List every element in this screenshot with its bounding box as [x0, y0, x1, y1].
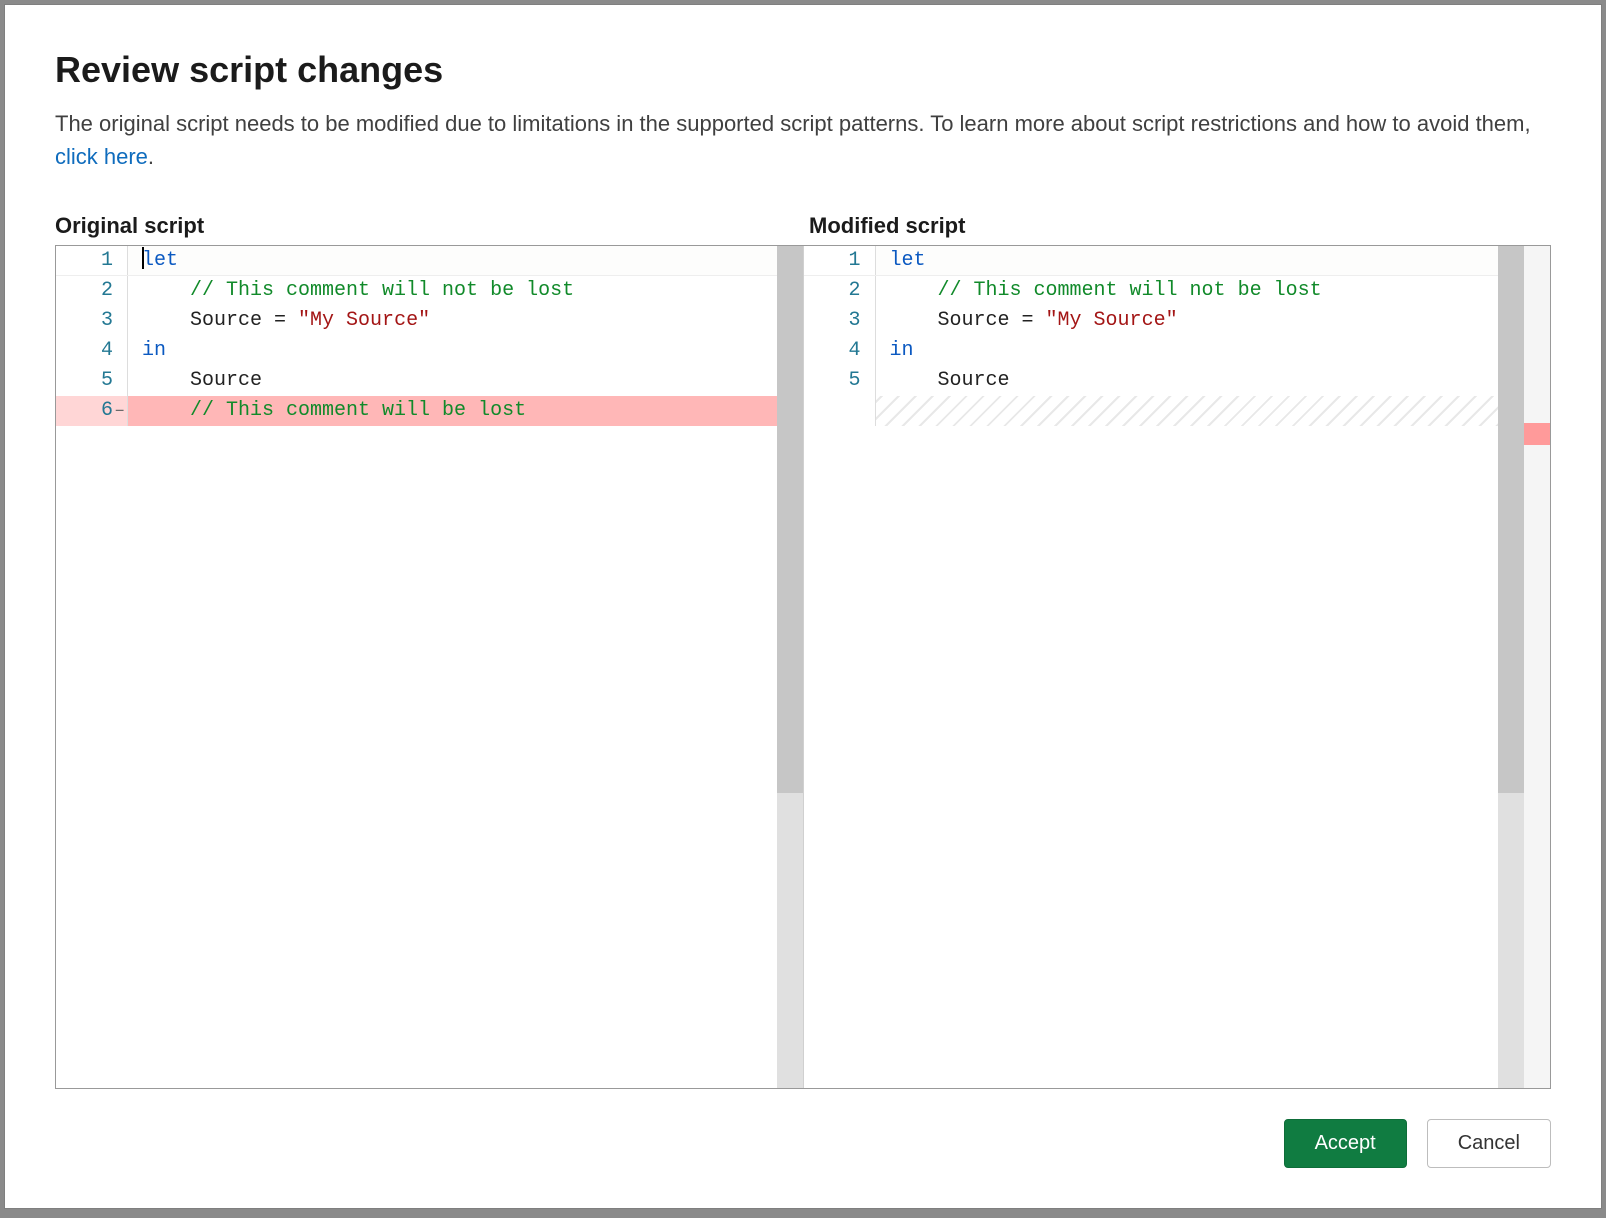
- original-scrollbar[interactable]: [777, 246, 803, 1088]
- token-plain: [890, 369, 938, 392]
- code-line[interactable]: [804, 396, 1499, 426]
- modified-pane-label: Modified script: [797, 213, 1551, 239]
- code-content: Source = "My Source": [876, 306, 1499, 336]
- scrollbar-thumb[interactable]: [1498, 246, 1524, 793]
- line-number: 3: [804, 306, 876, 336]
- accept-button[interactable]: Accept: [1284, 1119, 1407, 1168]
- line-number: 6–: [56, 396, 128, 426]
- code-content: Source: [128, 366, 777, 396]
- overview-ruler[interactable]: [1524, 246, 1550, 1088]
- original-code-area[interactable]: 1let2 // This comment will not be lost3 …: [56, 246, 777, 1088]
- cancel-button[interactable]: Cancel: [1427, 1119, 1551, 1168]
- token-op: =: [1010, 309, 1046, 332]
- token-ident: Source: [190, 369, 262, 392]
- code-line[interactable]: 1 let: [804, 246, 1499, 276]
- review-script-dialog: Review script changes The original scrip…: [5, 5, 1601, 1208]
- diff-container: 1let2 // This comment will not be lost3 …: [55, 245, 1551, 1089]
- token-kw: let: [142, 249, 178, 272]
- code-line[interactable]: 1 let: [56, 246, 777, 276]
- modified-code-area[interactable]: 1let2 // This comment will not be lost3 …: [804, 246, 1499, 1088]
- line-number: 5: [804, 366, 876, 396]
- code-line[interactable]: 6– // This comment will be lost: [56, 396, 777, 426]
- token-comment: // This comment will not be lost: [190, 279, 574, 302]
- code-line[interactable]: 4 in: [56, 336, 777, 366]
- token-plain: [890, 309, 938, 332]
- code-line[interactable]: 2 // This comment will not be lost: [804, 276, 1499, 306]
- token-plain: [142, 369, 190, 392]
- token-ident: Source: [190, 309, 262, 332]
- dialog-subtitle: The original script needs to be modified…: [55, 107, 1551, 173]
- dialog-title: Review script changes: [55, 49, 1551, 91]
- code-content: // This comment will not be lost: [128, 276, 777, 306]
- token-comment: // This comment will not be lost: [938, 279, 1322, 302]
- token-kw: in: [142, 339, 166, 362]
- code-line[interactable]: 4 in: [804, 336, 1499, 366]
- code-content: // This comment will not be lost: [876, 276, 1499, 306]
- code-line[interactable]: 3 Source = "My Source": [804, 306, 1499, 336]
- token-ident: Source: [938, 369, 1010, 392]
- learn-more-link[interactable]: click here: [55, 144, 148, 169]
- code-line[interactable]: 3 Source = "My Source": [56, 306, 777, 336]
- token-comment: // This comment will be lost: [190, 399, 526, 422]
- minus-icon: –: [114, 396, 125, 426]
- token-plain: [890, 279, 938, 302]
- token-plain: [142, 279, 190, 302]
- token-str: "My Source": [298, 309, 430, 332]
- line-number: 5: [56, 366, 128, 396]
- line-number: 1: [56, 246, 128, 275]
- code-content: Source: [876, 366, 1499, 396]
- modified-pane[interactable]: 1let2 // This comment will not be lost3 …: [803, 246, 1551, 1088]
- code-content: Source = "My Source": [128, 306, 777, 336]
- line-number: 2: [56, 276, 128, 306]
- original-pane-label: Original script: [55, 213, 797, 239]
- line-number: [804, 396, 876, 426]
- line-number: 1: [804, 246, 876, 275]
- removed-line-marker[interactable]: [1524, 423, 1550, 445]
- dialog-footer: Accept Cancel: [55, 1089, 1551, 1168]
- token-ident: Source: [938, 309, 1010, 332]
- line-number: 4: [804, 336, 876, 366]
- code-content: in: [128, 336, 777, 366]
- line-number: 4: [56, 336, 128, 366]
- line-number: 3: [56, 306, 128, 336]
- original-pane[interactable]: 1let2 // This comment will not be lost3 …: [56, 246, 803, 1088]
- token-kw: let: [890, 249, 926, 272]
- token-kw: in: [890, 339, 914, 362]
- token-op: =: [262, 309, 298, 332]
- code-line[interactable]: 2 // This comment will not be lost: [56, 276, 777, 306]
- line-number: 2: [804, 276, 876, 306]
- token-plain: [142, 309, 190, 332]
- modified-scrollbar[interactable]: [1498, 246, 1524, 1088]
- subtitle-text-before: The original script needs to be modified…: [55, 111, 1531, 136]
- code-content: let: [128, 246, 777, 275]
- code-content: in: [876, 336, 1499, 366]
- subtitle-text-after: .: [148, 144, 154, 169]
- code-content: let: [876, 246, 1499, 275]
- token-str: "My Source": [1046, 309, 1178, 332]
- token-plain: [142, 399, 190, 422]
- code-content: // This comment will be lost: [128, 396, 777, 426]
- scrollbar-thumb[interactable]: [777, 246, 803, 793]
- code-line[interactable]: 5 Source: [804, 366, 1499, 396]
- pane-header-row: Original script Modified script: [55, 213, 1551, 239]
- code-content: [876, 396, 1499, 426]
- code-line[interactable]: 5 Source: [56, 366, 777, 396]
